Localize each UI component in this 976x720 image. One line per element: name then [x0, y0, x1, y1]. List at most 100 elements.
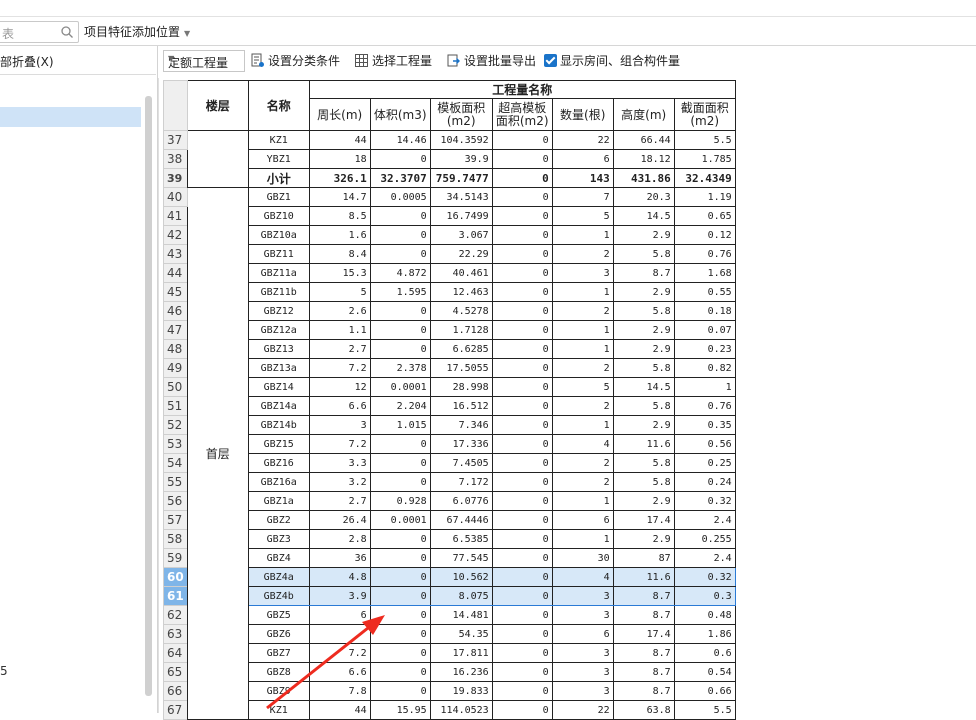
row-number[interactable]: 52: [163, 415, 188, 435]
formwork-area-cell[interactable]: 6.5385: [429, 529, 493, 549]
name-cell[interactable]: GBZ14b: [247, 415, 310, 435]
row-number[interactable]: 55: [163, 472, 188, 492]
table-row[interactable]: 37 KZ1 44 14.46 104.3592 0 22 66.44 5.5: [163, 130, 736, 188]
section-area-cell[interactable]: 0.35: [673, 415, 736, 435]
perimeter-cell[interactable]: 36: [308, 548, 371, 568]
set-category-button[interactable]: 设置分类条件: [250, 52, 340, 69]
formwork-area-cell[interactable]: 17.811: [429, 643, 493, 663]
volume-cell[interactable]: 32.3707: [369, 168, 431, 188]
table-row[interactable]: 49 GBZ13a 7.2 2.378 17.5055 0 2 5.8 0.82: [163, 358, 736, 378]
volume-cell[interactable]: 0: [369, 586, 431, 606]
section-area-cell[interactable]: 1.785: [673, 149, 736, 169]
section-area-cell[interactable]: 0.23: [673, 339, 736, 359]
volume-cell[interactable]: 0: [369, 301, 431, 321]
name-cell[interactable]: GBZ6: [247, 624, 310, 644]
perimeter-cell[interactable]: 6.6: [308, 396, 371, 416]
count-cell[interactable]: 2: [551, 358, 614, 378]
volume-cell[interactable]: 0: [369, 149, 431, 169]
high-formwork-area-cell[interactable]: 0: [491, 681, 553, 701]
feature-position-dropdown[interactable]: 项目特征添加位置 ▼: [84, 23, 190, 40]
height-cell[interactable]: 8.7: [612, 263, 675, 283]
count-cell[interactable]: 3: [551, 263, 614, 283]
height-cell[interactable]: 17.4: [612, 510, 675, 530]
row-number[interactable]: 37: [163, 130, 188, 150]
section-area-cell[interactable]: 1.68: [673, 263, 736, 283]
name-cell[interactable]: GBZ13: [247, 339, 310, 359]
formwork-area-cell[interactable]: 77.545: [429, 548, 493, 568]
high-formwork-area-cell[interactable]: 0: [491, 263, 553, 283]
high-formwork-area-cell[interactable]: 0: [491, 434, 553, 454]
row-number[interactable]: 43: [163, 244, 188, 264]
section-area-cell[interactable]: 5.5: [673, 130, 736, 150]
tree-selected-item[interactable]: [0, 107, 141, 127]
floor-cell[interactable]: 首层: [186, 187, 249, 720]
count-cell[interactable]: 1: [551, 225, 614, 245]
height-cell[interactable]: 5.8: [612, 396, 675, 416]
table-row[interactable]: 42 GBZ10a 1.6 0 3.067 0 1 2.9 0.12: [163, 225, 736, 245]
section-area-cell[interactable]: 1.19: [673, 187, 736, 207]
count-cell[interactable]: 1: [551, 529, 614, 549]
formwork-area-cell[interactable]: 1.7128: [429, 320, 493, 340]
volume-cell[interactable]: 0: [369, 472, 431, 492]
height-cell[interactable]: 8.7: [612, 605, 675, 625]
select-quantity-button[interactable]: 选择工程量: [354, 52, 432, 69]
height-cell[interactable]: 5.8: [612, 301, 675, 321]
formwork-area-cell[interactable]: 14.481: [429, 605, 493, 625]
height-cell[interactable]: 8.7: [612, 586, 675, 606]
formwork-area-cell[interactable]: 17.336: [429, 434, 493, 454]
row-number[interactable]: 51: [163, 396, 188, 416]
count-cell[interactable]: 4: [551, 434, 614, 454]
count-cell[interactable]: 7: [551, 187, 614, 207]
table-row[interactable]: 65 GBZ8 6.6 0 16.236 0 3 8.7 0.54: [163, 662, 736, 682]
table-row[interactable]: 47 GBZ12a 1.1 0 1.7128 0 1 2.9 0.07: [163, 320, 736, 340]
row-number[interactable]: 48: [163, 339, 188, 359]
perimeter-cell[interactable]: 2.7: [308, 491, 371, 511]
row-number[interactable]: 63: [163, 624, 188, 644]
tree-item-partial[interactable]: 5: [0, 664, 8, 678]
perimeter-cell[interactable]: [308, 624, 371, 644]
row-number[interactable]: 53: [163, 434, 188, 454]
formwork-area-cell[interactable]: 12.463: [429, 282, 493, 302]
formwork-area-cell[interactable]: 54.35: [429, 624, 493, 644]
section-area-cell[interactable]: 0.54: [673, 662, 736, 682]
formwork-area-cell[interactable]: 759.7477: [429, 168, 493, 188]
formwork-area-cell[interactable]: 10.562: [429, 567, 493, 587]
count-cell[interactable]: 22: [551, 700, 614, 720]
height-cell[interactable]: 66.44: [612, 130, 675, 150]
height-cell[interactable]: 2.9: [612, 225, 675, 245]
count-cell[interactable]: 2: [551, 244, 614, 264]
high-formwork-area-cell[interactable]: 0: [491, 130, 553, 150]
perimeter-cell[interactable]: 7.2: [308, 643, 371, 663]
volume-cell[interactable]: 0: [369, 662, 431, 682]
height-cell[interactable]: 2.9: [612, 320, 675, 340]
volume-cell[interactable]: 0: [369, 339, 431, 359]
perimeter-cell[interactable]: 18: [308, 149, 371, 169]
perimeter-cell[interactable]: 5: [308, 282, 371, 302]
height-cell[interactable]: 5.8: [612, 358, 675, 378]
section-area-cell[interactable]: 0.07: [673, 320, 736, 340]
high-formwork-area-cell[interactable]: 0: [491, 662, 553, 682]
height-cell[interactable]: 431.86: [612, 168, 675, 188]
height-cell[interactable]: 5.8: [612, 472, 675, 492]
perimeter-cell[interactable]: 2.8: [308, 529, 371, 549]
height-cell[interactable]: 5.8: [612, 244, 675, 264]
volume-cell[interactable]: 4.872: [369, 263, 431, 283]
row-number[interactable]: 44: [163, 263, 188, 283]
height-cell[interactable]: 14.5: [612, 377, 675, 397]
formwork-area-cell[interactable]: 16.236: [429, 662, 493, 682]
volume-cell[interactable]: 0: [369, 605, 431, 625]
volume-cell[interactable]: 1.015: [369, 415, 431, 435]
formwork-area-cell[interactable]: 40.461: [429, 263, 493, 283]
section-area-cell[interactable]: 0.18: [673, 301, 736, 321]
perimeter-cell[interactable]: 14.7: [308, 187, 371, 207]
name-cell[interactable]: GBZ12: [247, 301, 310, 321]
high-formwork-area-cell[interactable]: 0: [491, 453, 553, 473]
section-area-cell[interactable]: 0.76: [673, 396, 736, 416]
section-area-cell[interactable]: 2.4: [673, 510, 736, 530]
name-cell[interactable]: KZ1: [247, 700, 310, 720]
name-cell[interactable]: GBZ14: [247, 377, 310, 397]
table-row[interactable]: 67 KZ1 44 15.95 114.0523 0 22 63.8 5.5: [163, 700, 736, 720]
row-number[interactable]: 62: [163, 605, 188, 625]
count-cell[interactable]: 2: [551, 453, 614, 473]
high-formwork-area-cell[interactable]: 0: [491, 339, 553, 359]
